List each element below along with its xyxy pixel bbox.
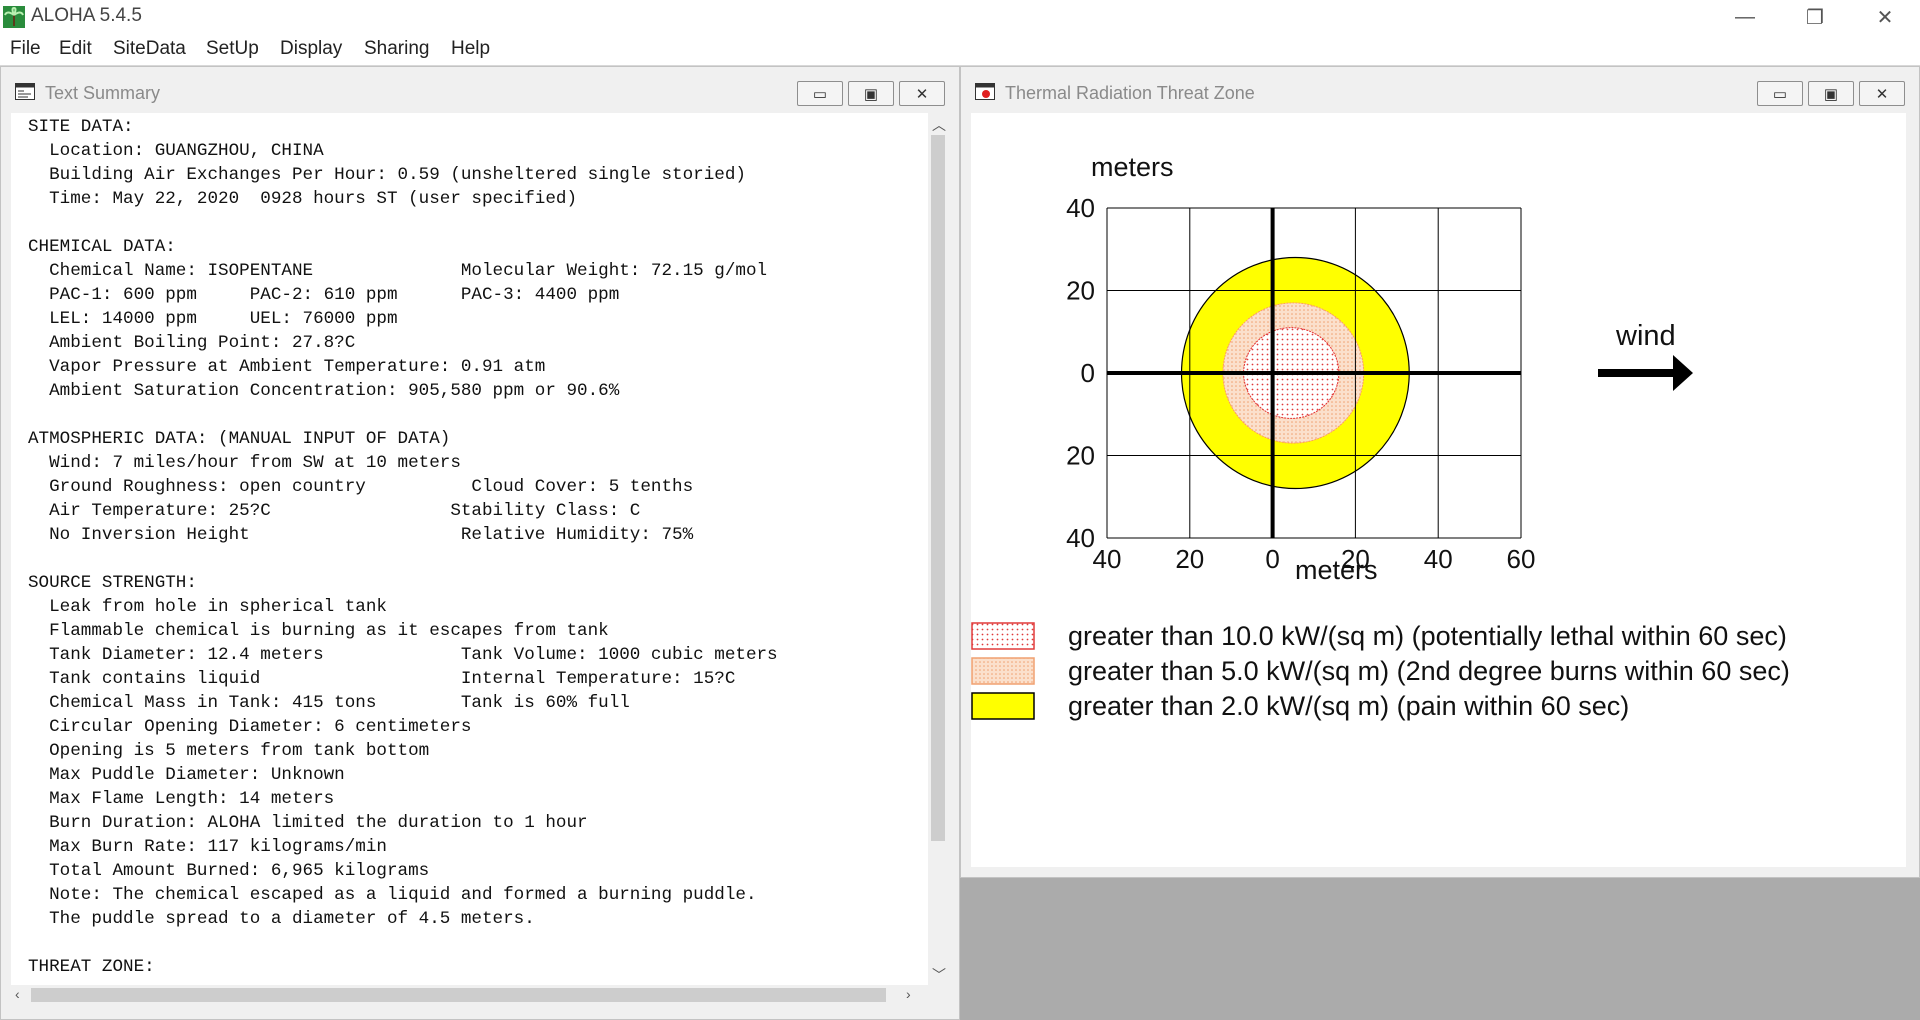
text-summary-content[interactable]: SITE DATA: Location: GUANGZHOU, CHINA Bu… — [11, 113, 928, 985]
legend-swatch — [971, 622, 1035, 650]
threat-zone-chart: 40 20 0 20 40 60402002040 meters meters wind … — [971, 152, 1790, 721]
maximize-icon: ▣ — [863, 85, 879, 103]
vertical-scrollbar[interactable]: ︿ ﹀ — [928, 113, 948, 985]
horizontal-scroll-thumb[interactable] — [31, 988, 886, 1002]
menu-bar: File Edit SiteData SetUp Display Sharing… — [0, 34, 1920, 66]
x-tick-label: 60 — [1507, 544, 1536, 574]
wind-label: wind — [1615, 320, 1676, 352]
horizontal-scrollbar[interactable]: ‹ › — [11, 985, 928, 1005]
mdi-workspace: Text Summary ▭ ▣ ✕ SITE DATA: Location: … — [0, 66, 1920, 1020]
legend-label: greater than 2.0 kW/(sq m) (pain within … — [1068, 691, 1629, 721]
menu-edit[interactable]: Edit — [59, 38, 92, 60]
text-summary-maximize-button[interactable]: ▣ — [848, 81, 894, 106]
scroll-up-icon[interactable]: ︿ — [932, 115, 946, 135]
threat-zone-minimize-button[interactable]: ▭ — [1757, 81, 1803, 106]
text-summary-window: Text Summary ▭ ▣ ✕ SITE DATA: Location: … — [0, 66, 960, 1020]
threat-zone-title-bar[interactable]: Thermal Radiation Threat Zone ▭ ▣ ✕ — [961, 67, 1919, 113]
close-icon: ✕ — [1876, 6, 1894, 29]
threat-zone-maximize-button[interactable]: ▣ — [1808, 81, 1854, 106]
text-summary-title-bar[interactable]: Text Summary ▭ ▣ ✕ — [1, 67, 959, 113]
vertical-scroll-thumb[interactable] — [931, 135, 945, 841]
wind-arrow-icon — [1598, 355, 1693, 391]
close-button[interactable]: ✕ — [1850, 0, 1920, 34]
threat-zone-close-button[interactable]: ✕ — [1859, 81, 1905, 106]
x-tick-label: 40 — [1093, 544, 1122, 574]
y-tick-label: 40 — [1066, 523, 1095, 553]
legend-swatch — [971, 657, 1035, 685]
menu-display[interactable]: Display — [280, 38, 342, 60]
minimize-icon: — — [1735, 5, 1755, 28]
restore-button[interactable]: ❐ — [1780, 0, 1850, 34]
text-summary-close-button[interactable]: ✕ — [899, 81, 945, 106]
menu-setup[interactable]: SetUp — [206, 38, 259, 60]
x-tick-label: 40 — [1424, 544, 1453, 574]
app-title-bar: ALOHA 5.4.5 — ❐ ✕ — [0, 0, 1920, 34]
x-axis-label: meters — [1295, 555, 1378, 585]
legend-label: greater than 10.0 kW/(sq m) (potentially… — [1068, 621, 1787, 651]
text-summary-minimize-button[interactable]: ▭ — [797, 81, 843, 106]
minimize-icon: ▭ — [812, 85, 828, 103]
scroll-down-icon[interactable]: ﹀ — [932, 965, 946, 985]
x-tick-label: 0 — [1265, 544, 1279, 574]
menu-help[interactable]: Help — [451, 38, 490, 60]
threat-zone-icon — [975, 83, 995, 100]
restore-icon: ❐ — [1806, 6, 1824, 29]
threat-zone-window: Thermal Radiation Threat Zone ▭ ▣ ✕ 40 2… — [960, 66, 1920, 878]
x-tick-label: 20 — [1175, 544, 1204, 574]
y-tick-label: 0 — [1081, 358, 1095, 388]
scroll-left-icon[interactable]: ‹ — [15, 986, 20, 1002]
text-summary-title: Text Summary — [45, 83, 161, 103]
minimize-icon: ▭ — [1772, 85, 1788, 103]
scroll-right-icon[interactable]: › — [906, 986, 911, 1002]
close-icon: ✕ — [915, 85, 929, 103]
document-icon — [15, 83, 35, 100]
summary-text: SITE DATA: Location: GUANGZHOU, CHINA Bu… — [28, 117, 778, 977]
app-title: ALOHA 5.4.5 — [31, 5, 142, 26]
aloha-logo-icon — [3, 6, 25, 28]
close-icon: ✕ — [1875, 85, 1889, 103]
threat-zone-plot: 40 20 0 20 40 60 40 20 0 20 40 meters meters wind … — [971, 113, 1906, 867]
y-tick-label: 40 — [1066, 193, 1095, 223]
menu-sitedata[interactable]: SiteData — [113, 38, 186, 60]
menu-file[interactable]: File — [10, 38, 41, 60]
y-tick-label: 20 — [1066, 276, 1095, 306]
threat-zone-title: Thermal Radiation Threat Zone — [1005, 83, 1255, 103]
legend-swatch — [971, 692, 1035, 720]
legend-label: greater than 5.0 kW/(sq m) (2nd degree b… — [1068, 656, 1790, 686]
menu-sharing[interactable]: Sharing — [364, 38, 430, 60]
maximize-icon: ▣ — [1823, 85, 1839, 103]
y-tick-label: 20 — [1066, 441, 1095, 471]
minimize-button[interactable]: — — [1710, 0, 1780, 34]
y-axis-label: meters — [1091, 152, 1174, 182]
